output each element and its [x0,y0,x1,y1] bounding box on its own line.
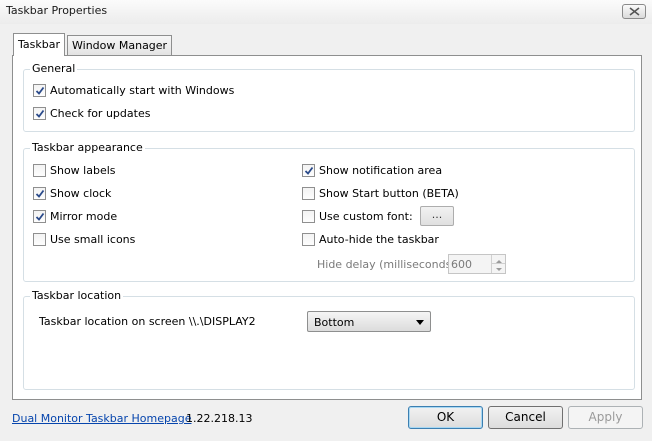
chevron-down-icon [416,320,424,325]
appearance-group: Taskbar appearance Show labels Show cloc… [23,141,635,282]
show-labels-label: Show labels [50,164,116,177]
mirror-mode-label: Mirror mode [50,210,118,223]
custom-font-checkbox[interactable]: Use custom font: [302,210,413,224]
location-select-value: Bottom [314,316,355,329]
close-button[interactable] [622,4,646,19]
tab-taskbar[interactable]: Taskbar [13,33,65,56]
show-notification-area-checkbox[interactable]: Show notification area [302,164,472,178]
auto-hide-checkbox[interactable]: Auto-hide the taskbar [302,233,472,247]
show-clock-checkbox[interactable]: Show clock [33,187,183,201]
show-notification-area-check[interactable] [302,164,315,177]
mirror-mode-checkbox[interactable]: Mirror mode [33,210,183,224]
location-group: Taskbar location Taskbar location on scr… [23,289,635,390]
location-group-title: Taskbar location [30,289,124,302]
checkmark-icon [35,189,45,198]
general-group-title: General [30,62,78,75]
small-icons-checkbox[interactable]: Use small icons [33,233,183,247]
show-notification-area-label: Show notification area [319,164,443,177]
close-icon [629,7,640,16]
spin-down-icon[interactable] [492,264,505,273]
cancel-button[interactable]: Cancel [488,406,563,429]
show-clock-label: Show clock [50,187,112,200]
show-start-button-label: Show Start button (BETA) [319,187,459,200]
show-start-button-checkbox[interactable]: Show Start button (BETA) [302,187,472,201]
spin-up-icon[interactable] [492,255,505,264]
checkmark-icon [304,166,314,175]
checkmark-icon [35,212,45,221]
auto-hide-label: Auto-hide the taskbar [319,233,439,246]
apply-button[interactable]: Apply [568,406,643,429]
general-group: General Automatically start with Windows… [23,62,635,132]
show-start-button-check[interactable] [302,187,315,200]
small-icons-label: Use small icons [50,233,136,246]
check-updates-label: Check for updates [50,107,151,120]
checkmark-icon [35,86,45,95]
hide-delay-spinner[interactable]: 600 [448,254,506,274]
choose-font-button[interactable]: ... [420,206,454,226]
check-updates-checkbox[interactable]: Check for updates [33,107,233,121]
location-select[interactable]: Bottom [307,311,431,332]
location-label: Taskbar location on screen \\.\DISPLAY2 [39,315,256,328]
show-labels-check[interactable] [33,164,46,177]
ok-button[interactable]: OK [408,406,483,429]
small-icons-check[interactable] [33,233,46,246]
homepage-link[interactable]: Dual Monitor Taskbar Homepage [12,412,192,425]
auto-hide-check[interactable] [302,233,315,246]
auto-start-check[interactable] [33,84,46,97]
hide-delay-value: 600 [451,258,472,271]
window-title: Taskbar Properties [6,4,108,17]
appearance-group-title: Taskbar appearance [30,141,145,154]
auto-start-checkbox[interactable]: Automatically start with Windows [33,84,235,98]
taskbar-tab-panel: General Automatically start with Windows… [12,55,642,400]
version-label: 1.22.218.13 [186,412,253,425]
check-updates-check[interactable] [33,107,46,120]
tab-taskbar-label: Taskbar [18,38,60,51]
spinner-arrows [491,255,505,273]
tab-window-manager[interactable]: Window Manager [67,35,173,55]
custom-font-label: Use custom font: [319,210,413,223]
show-labels-checkbox[interactable]: Show labels [33,164,183,178]
title-bar: Taskbar Properties [0,0,652,24]
tab-window-manager-label: Window Manager [72,39,168,52]
custom-font-check[interactable] [302,210,315,223]
show-clock-check[interactable] [33,187,46,200]
hide-delay-label: Hide delay (milliseconds): [317,258,460,271]
checkmark-icon [35,109,45,118]
mirror-mode-check[interactable] [33,210,46,223]
auto-start-label: Automatically start with Windows [50,84,235,97]
